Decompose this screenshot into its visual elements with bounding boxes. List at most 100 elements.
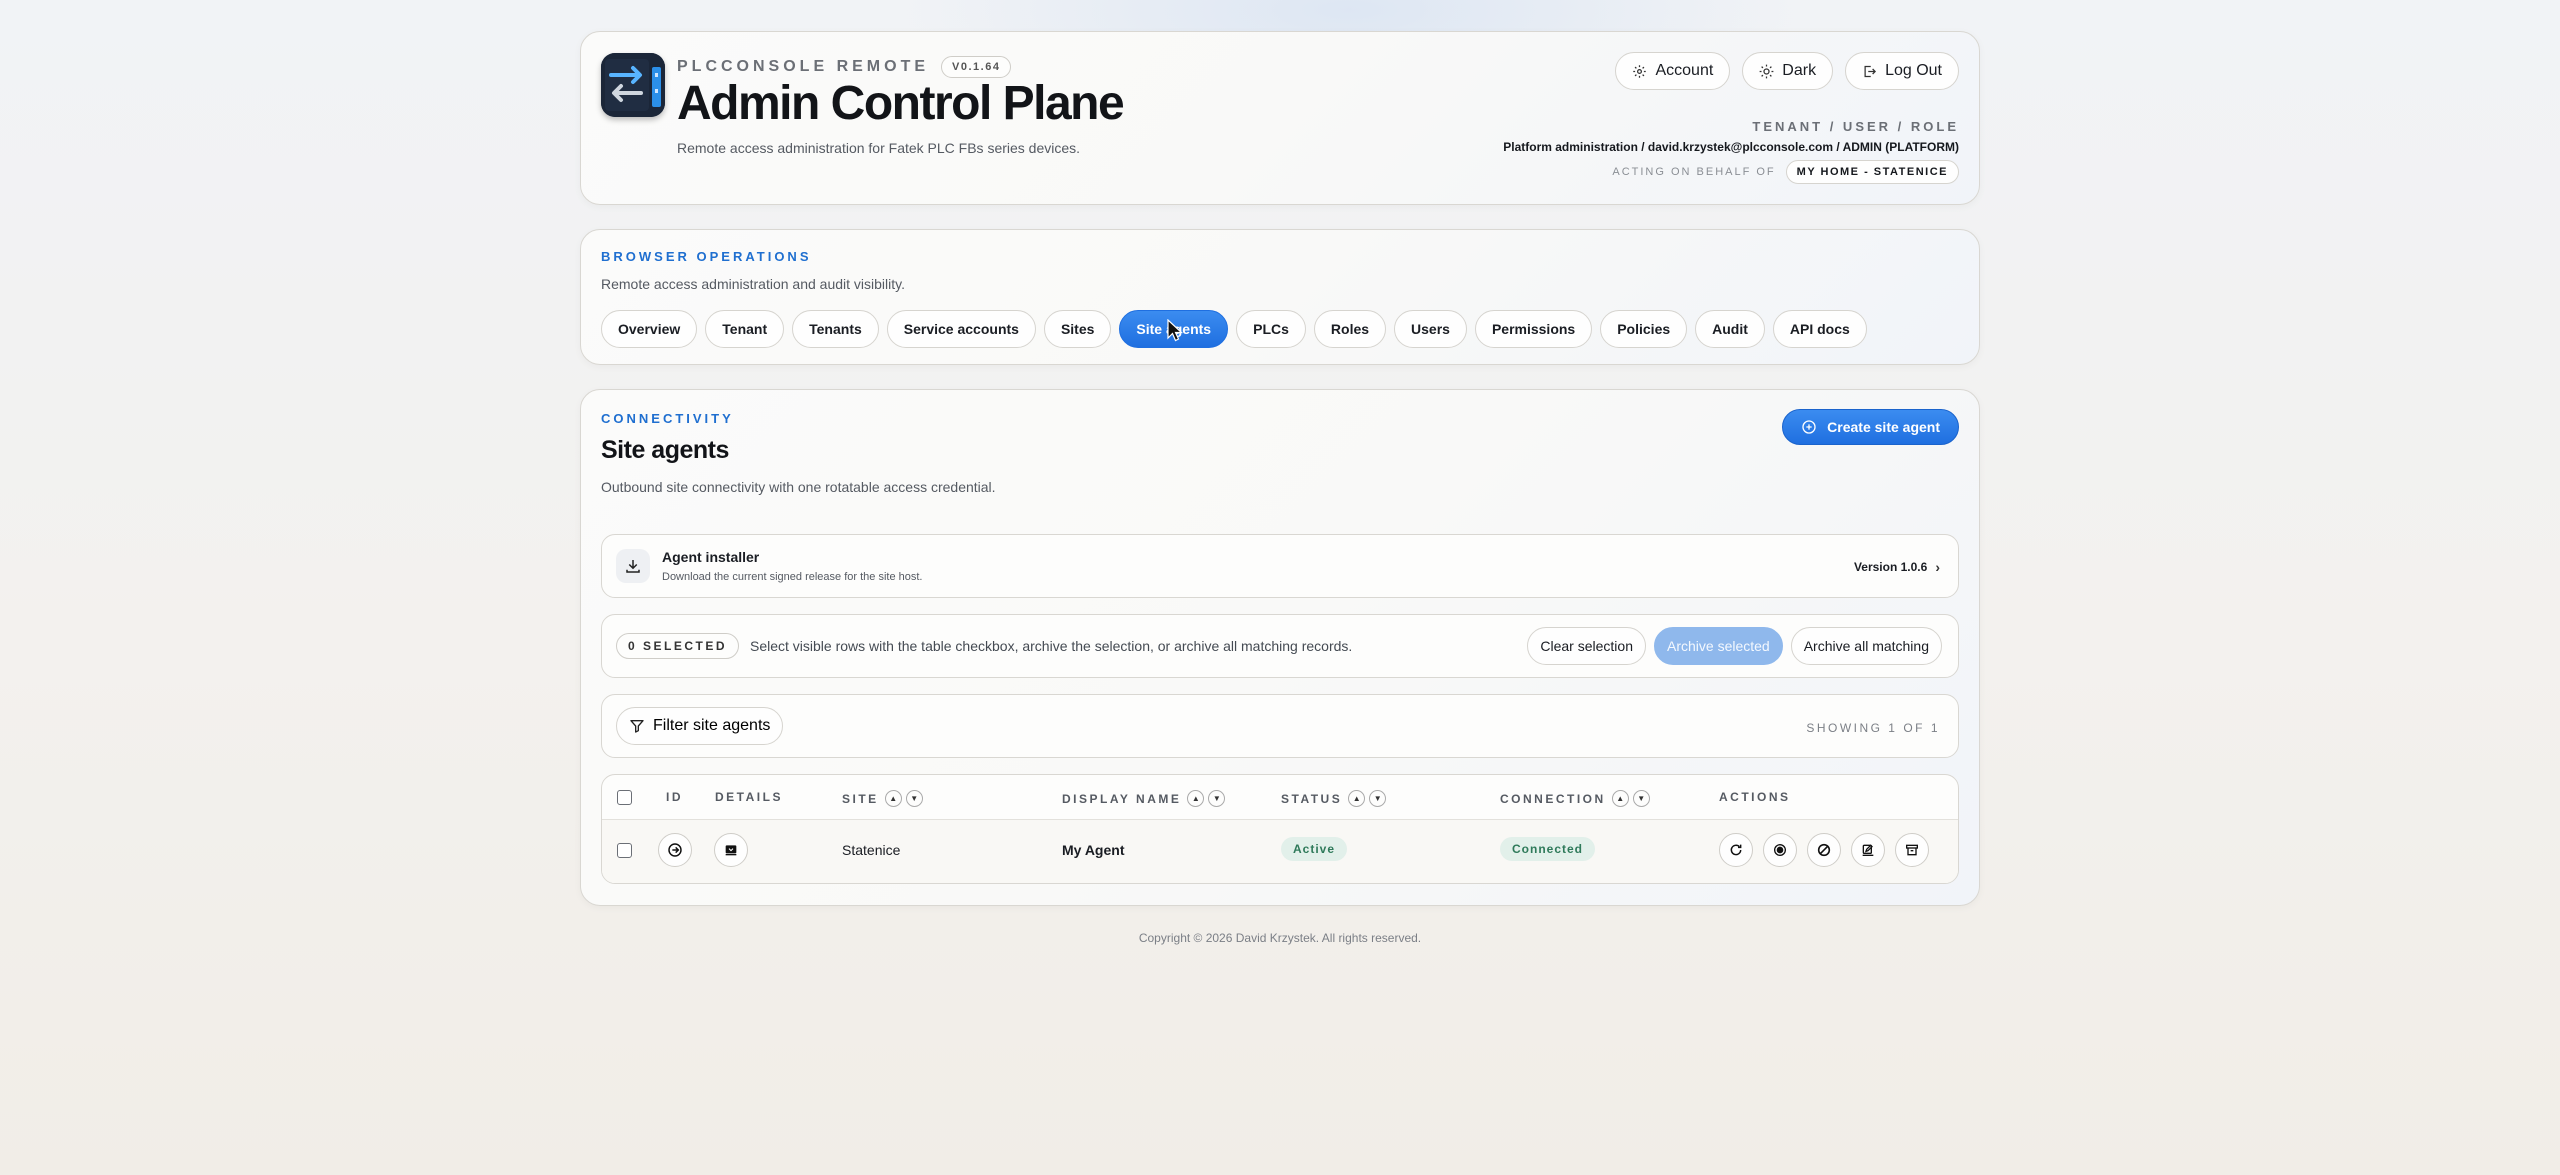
cell-display-name: My Agent — [1062, 842, 1125, 858]
account-label: Account — [1655, 62, 1714, 79]
nav-eyebrow: BROWSER OPERATIONS — [601, 249, 812, 264]
chevron-right-icon: › — [1935, 559, 1940, 575]
row-checkbox[interactable] — [617, 843, 632, 858]
sun-icon — [1759, 64, 1774, 78]
app-logo — [601, 53, 665, 117]
installer-title: Agent installer — [662, 549, 760, 565]
rotate-credential-button[interactable] — [1719, 833, 1753, 867]
theme-toggle-button[interactable]: Dark — [1742, 52, 1834, 90]
tab-service-accounts[interactable]: Service accounts — [886, 310, 1036, 348]
create-label: Create site agent — [1827, 419, 1940, 435]
site-agents-table: ID DETAILS SITE ▲ ▼ DISPLAY NAME ▲ ▼ STATU… — [601, 774, 1959, 884]
table-row: Statenice My Agent Active Connected — [602, 820, 1958, 883]
connection-badge: Connected — [1500, 837, 1596, 861]
col-details: DETAILS — [715, 790, 783, 804]
col-actions: ACTIONS — [1719, 790, 1791, 804]
logout-label: Log Out — [1885, 62, 1942, 79]
context-label: TENANT / USER / ROLE — [1752, 119, 1959, 134]
status-badge: Active — [1281, 837, 1348, 861]
sort-desc-icon[interactable]: ▼ — [1632, 790, 1650, 807]
selected-count-badge: 0 SELECTED — [616, 633, 740, 659]
tab-policies[interactable]: Policies — [1600, 310, 1688, 348]
tab-tenants[interactable]: Tenants — [792, 310, 879, 348]
record-icon — [1774, 844, 1786, 856]
page-subtitle: Remote access administration for Fatek P… — [677, 140, 1081, 156]
filter-bar: Filter site agents SHOWING 1 OF 1 — [601, 694, 1959, 758]
col-status: STATUS ▲ ▼ — [1281, 790, 1387, 807]
showing-count: SHOWING 1 OF 1 — [1806, 721, 1940, 735]
tab-api-docs[interactable]: API docs — [1772, 310, 1867, 348]
gear-icon — [1633, 64, 1647, 78]
context-value: Platform administration / david.krzystek… — [1503, 140, 1959, 154]
details-icon — [725, 845, 737, 856]
clear-selection-button[interactable]: Clear selection — [1527, 627, 1646, 665]
theme-label: Dark — [1782, 62, 1817, 79]
tab-users[interactable]: Users — [1394, 310, 1467, 348]
table-header: ID DETAILS SITE ▲ ▼ DISPLAY NAME ▲ ▼ STATU… — [602, 775, 1958, 820]
behalf-badge[interactable]: MY HOME - STATENICE — [1785, 160, 1959, 184]
col-connection: CONNECTION ▲ ▼ — [1500, 790, 1650, 807]
section-eyebrow: CONNECTIVITY — [601, 411, 734, 426]
installer-version: Version 1.0.6 — [1853, 560, 1928, 574]
tab-tenant[interactable]: Tenant — [705, 310, 785, 348]
select-all-checkbox[interactable] — [617, 790, 632, 805]
installer-subtitle: Download the current signed release for … — [662, 571, 923, 583]
sort-asc-icon[interactable]: ▲ — [1187, 790, 1205, 807]
download-icon — [626, 560, 640, 573]
sort-desc-icon[interactable]: ▼ — [1208, 790, 1226, 807]
logout-button[interactable]: Log Out — [1845, 52, 1959, 90]
footer-copyright: Copyright © 2026 David Krzystek. All rig… — [1138, 931, 1422, 945]
section-description: Outbound site connectivity with one rota… — [601, 479, 996, 495]
col-site: SITE ▲ ▼ — [842, 790, 923, 807]
archive-icon — [1906, 844, 1918, 856]
edit-button[interactable] — [1851, 833, 1885, 867]
nav-tabs: Overview Tenant Tenants Service accounts… — [601, 310, 1867, 348]
disable-button[interactable] — [1807, 833, 1841, 867]
sort-desc-icon[interactable]: ▼ — [1369, 790, 1387, 807]
edit-icon — [1862, 844, 1874, 856]
account-button[interactable]: Account — [1615, 52, 1731, 90]
tab-sites[interactable]: Sites — [1043, 310, 1112, 348]
refresh-icon — [1730, 844, 1742, 856]
nav-description: Remote access administration and audit v… — [601, 276, 905, 292]
version-badge: V0.1.64 — [941, 56, 1012, 78]
sort-asc-icon[interactable]: ▲ — [1348, 790, 1366, 807]
page-title: Admin Control Plane — [677, 77, 1125, 130]
cell-site: Statenice — [842, 842, 901, 858]
tab-plcs[interactable]: PLCs — [1236, 310, 1306, 348]
logout-icon — [1864, 65, 1877, 77]
filter-label: Filter site agents — [653, 717, 771, 734]
tab-overview[interactable]: Overview — [601, 310, 698, 348]
filter-icon — [630, 720, 644, 733]
main-panel: CONNECTIVITY Site agents Outbound site c… — [580, 389, 1980, 906]
tab-permissions[interactable]: Permissions — [1474, 310, 1593, 348]
selection-toolbar: 0 SELECTED Select visible rows with the … — [601, 614, 1959, 678]
tab-site-agents[interactable]: Site agents — [1119, 310, 1229, 348]
header-panel: PLCCONSOLE REMOTE V0.1.64 Admin Control … — [580, 31, 1980, 205]
behalf-label: ACTING ON BEHALF OF — [1612, 166, 1776, 178]
filter-site-agents-button[interactable]: Filter site agents — [616, 707, 784, 745]
nav-panel: BROWSER OPERATIONS Remote access adminis… — [580, 229, 1980, 365]
details-button[interactable] — [714, 833, 748, 867]
sort-asc-icon[interactable]: ▲ — [1611, 790, 1629, 807]
archive-selected-button[interactable]: Archive selected — [1654, 627, 1783, 665]
section-title: Site agents — [601, 436, 729, 464]
archive-button[interactable] — [1895, 833, 1929, 867]
sort-asc-icon[interactable]: ▲ — [884, 790, 902, 807]
archive-all-matching-button[interactable]: Archive all matching — [1790, 627, 1942, 665]
record-button[interactable] — [1763, 833, 1797, 867]
agent-installer-card[interactable]: Agent installer Download the current sig… — [601, 534, 1959, 598]
installer-icon-box — [616, 549, 650, 583]
col-id: ID — [666, 790, 683, 804]
block-icon — [1817, 843, 1831, 857]
arrow-right-icon — [668, 843, 682, 857]
create-site-agent-button[interactable]: Create site agent — [1782, 409, 1959, 445]
brand-name: PLCCONSOLE REMOTE — [677, 58, 930, 75]
tab-audit[interactable]: Audit — [1695, 310, 1765, 348]
tab-roles[interactable]: Roles — [1313, 310, 1387, 348]
col-display-name: DISPLAY NAME ▲ ▼ — [1062, 790, 1226, 807]
open-agent-button[interactable] — [658, 833, 692, 867]
sort-desc-icon[interactable]: ▼ — [905, 790, 923, 807]
selection-hint: Select visible rows with the table check… — [750, 638, 1353, 654]
plus-circle-icon — [1802, 420, 1816, 434]
